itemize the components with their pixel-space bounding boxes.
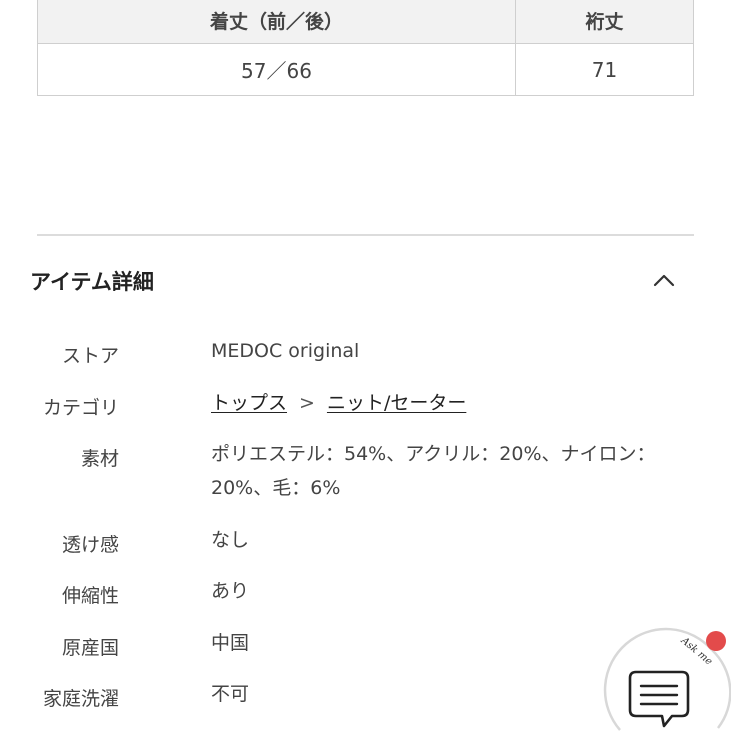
detail-value-material: ポリエステル：54%、アクリル：20%、ナイロン：20%、毛：6% <box>211 443 656 499</box>
section-divider <box>37 234 694 236</box>
detail-label: カテゴリ <box>42 397 119 419</box>
size-table-cell-length: 57／66 <box>37 43 516 96</box>
size-table: 着丈（前／後） 裄丈 57／66 71 <box>37 0 694 96</box>
breadcrumb-separator: > <box>299 392 315 414</box>
category-breadcrumb: トップス > ニット/セーター <box>211 386 681 420</box>
detail-label: 透け感 <box>61 534 119 556</box>
detail-label: 伸縮性 <box>61 585 119 607</box>
size-table-header-length: 着丈（前／後） <box>37 0 516 44</box>
category-link-knit-sweater[interactable]: ニット/セーター <box>327 392 466 414</box>
detail-value-stretch: あり <box>211 580 250 602</box>
detail-label: ストア <box>61 345 119 367</box>
notification-dot <box>706 631 726 651</box>
detail-label: 家庭洗濯 <box>42 688 119 710</box>
size-table-cell-sleeve: 71 <box>515 43 694 96</box>
category-link-tops[interactable]: トップス <box>211 392 287 414</box>
table-row: 57／66 71 <box>37 43 694 96</box>
detail-value-store: MEDOC original <box>211 340 360 362</box>
detail-label: 素材 <box>80 448 119 470</box>
item-details-title: アイテム詳細 <box>30 270 154 294</box>
detail-value-transparency: なし <box>211 529 250 551</box>
detail-label: 原産国 <box>61 637 119 659</box>
size-table-header-sleeve: 裄丈 <box>515 0 694 44</box>
size-table-header-row: 着丈（前／後） 裄丈 <box>37 0 694 44</box>
chevron-up-icon[interactable] <box>652 268 676 292</box>
